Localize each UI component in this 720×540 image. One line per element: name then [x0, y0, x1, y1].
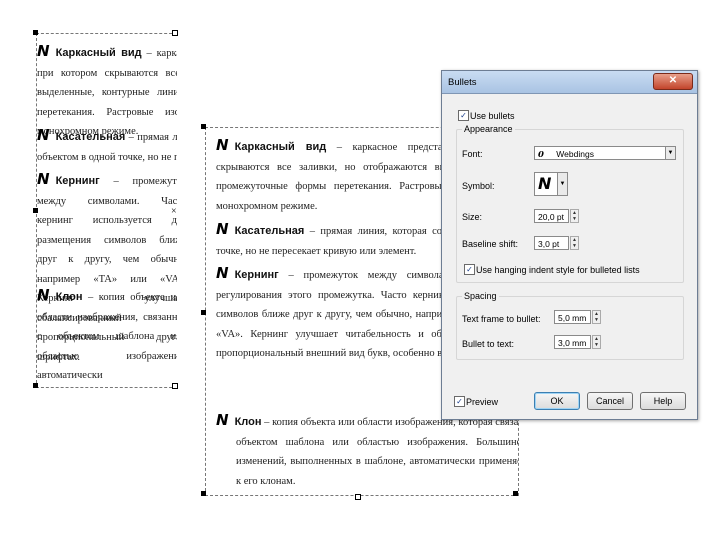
size-label: Size: — [462, 212, 483, 222]
text-frame-to-bullet-spinner[interactable]: ▲ ▼ — [592, 310, 601, 324]
font-select[interactable]: 0 Webdings ▼ — [534, 146, 676, 160]
lightning-bullet-icon: Ν — [216, 264, 229, 282]
selection-handle[interactable] — [201, 491, 206, 496]
lightning-bullet-icon: Ν — [37, 286, 50, 304]
appearance-label: Appearance — [462, 124, 515, 134]
size-input[interactable]: 20,0 pt — [534, 209, 569, 223]
bullet-to-text-label: Bullet to text: — [462, 339, 515, 349]
ok-button[interactable]: OK — [534, 392, 580, 410]
symbol-label: Symbol: — [462, 181, 495, 191]
center-marker-icon: × — [171, 206, 177, 217]
back-paragraph-4: Ν Клон – копия объекта или области изобра… — [37, 286, 177, 381]
selection-handle[interactable] — [172, 383, 178, 389]
baseline-shift-spinner[interactable]: ▲ ▼ — [570, 236, 579, 250]
text-frame-to-bullet-input[interactable]: 5,0 mm — [554, 310, 591, 324]
symbol-picker[interactable]: Ν ▼ — [534, 172, 568, 196]
font-value: Webdings — [556, 149, 594, 159]
front-paragraph-4: Ν Клон – копия объекта или области изобра… — [216, 411, 519, 487]
chevron-down-icon[interactable]: ▼ — [665, 146, 676, 160]
bullet-to-text-input[interactable]: 3,0 mm — [554, 335, 591, 349]
bullet-to-text-spinner[interactable]: ▲ ▼ — [592, 335, 601, 349]
baseline-shift-input[interactable]: 3,0 pt — [534, 236, 569, 250]
font-symbol-icon: 0 — [538, 150, 544, 160]
selection-handle[interactable] — [172, 30, 178, 36]
hanging-indent-checkbox[interactable]: ✓ — [464, 264, 475, 275]
dialog-title: Bullets — [448, 77, 477, 88]
lightning-bullet-icon: Ν — [37, 126, 50, 144]
selection-handle[interactable] — [201, 124, 206, 129]
use-bullets-label: Use bullets — [470, 111, 515, 121]
selection-handle[interactable] — [201, 310, 206, 315]
help-button[interactable]: Help — [640, 392, 686, 410]
selection-handle[interactable] — [513, 491, 518, 496]
font-label: Font: — [462, 149, 483, 159]
lightning-symbol-icon: Ν — [538, 174, 552, 193]
back-text-frame[interactable]: ΝКаркасный вид – каркасное представление… — [36, 33, 177, 388]
selection-handle[interactable] — [355, 494, 361, 500]
preview-label: Preview — [466, 397, 499, 407]
selection-handle[interactable] — [33, 208, 38, 213]
spacing-label: Spacing — [462, 291, 499, 301]
close-icon[interactable]: ✕ — [653, 73, 693, 90]
chevron-down-icon[interactable]: ▼ — [557, 172, 568, 196]
selection-handle[interactable] — [33, 30, 38, 35]
bullets-dialog: Bullets ✕ ✓ Use bullets Appearance Font:… — [441, 70, 698, 420]
lightning-bullet-icon: Ν — [216, 411, 229, 429]
hanging-indent-label: Use hanging indent style for bulleted li… — [476, 265, 640, 275]
spacing-group — [456, 296, 684, 360]
back-paragraph-2: ΝКасательная – прямая линия, которая соп… — [37, 126, 177, 163]
lightning-bullet-icon: Ν — [37, 170, 50, 188]
size-spinner[interactable]: ▲ ▼ — [570, 209, 579, 223]
lightning-bullet-icon: Ν — [216, 136, 229, 154]
dialog-title-bar[interactable]: Bullets ✕ — [442, 71, 697, 94]
lightning-bullet-icon: Ν — [216, 220, 229, 238]
text-frame-to-bullet-label: Text frame to bullet: — [462, 314, 541, 324]
baseline-shift-label: Baseline shift: — [462, 239, 519, 249]
lightning-bullet-icon: Ν — [37, 42, 50, 60]
preview-checkbox[interactable]: ✓ — [454, 396, 465, 407]
cancel-button[interactable]: Cancel — [587, 392, 633, 410]
use-bullets-checkbox[interactable]: ✓ — [458, 110, 469, 121]
selection-handle[interactable] — [33, 383, 38, 388]
